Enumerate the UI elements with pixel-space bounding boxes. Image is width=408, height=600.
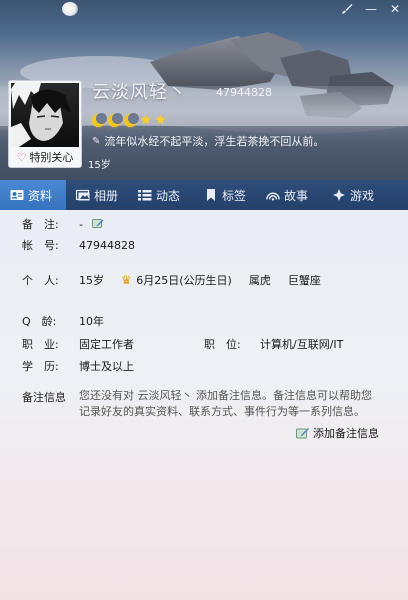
add-memo-link[interactable]: 添加备注信息 (296, 425, 379, 441)
moon-level-icon (108, 113, 123, 127)
profile-header: — ✕ ♡ 特别关心 云淡风轻丶 47944828 ★ ★ ✎ 流年似水经不起平… (0, 0, 408, 180)
tab-tags[interactable]: 标签 (194, 180, 256, 210)
id-card-icon (10, 190, 24, 200)
brush-icon (342, 4, 353, 14)
close-button[interactable]: ✕ (384, 0, 406, 18)
age-value: 15岁 (79, 274, 104, 287)
career-label: 职 业: (22, 338, 59, 351)
pencil-icon: ✎ (92, 135, 101, 147)
tab-profile-label: 资料 (28, 188, 53, 203)
special-care-label: 特别关心 (29, 151, 74, 164)
moon-level-icon (92, 113, 107, 127)
tab-story-label: 故事 (284, 188, 309, 203)
signature-text: 流年似水经不起平淡，浮生若茶挽不回从前。 (104, 135, 325, 148)
feed-icon (138, 190, 152, 201)
q-age-label: Q 龄: (22, 315, 57, 328)
edit-note-icon (296, 428, 309, 439)
position-value: 计算机/互联网/IT (260, 338, 344, 351)
tab-story[interactable]: 故事 (256, 180, 322, 210)
game-icon (333, 189, 345, 201)
q-age-value: 10年 (79, 315, 104, 328)
moon-level-icon (124, 113, 139, 127)
profile-tabs: 资料 相册 动态 标签 故事 游戏 (0, 180, 408, 210)
tab-game-label: 游戏 (350, 188, 375, 203)
minimize-button[interactable]: — (360, 0, 382, 18)
avatar[interactable] (11, 83, 79, 147)
avatar-card: ♡ 特别关心 (8, 80, 82, 168)
remark-label: 备 注: (22, 218, 59, 231)
memo-label: 备注信息 (22, 391, 66, 404)
personal-label: 个 人: (22, 274, 59, 287)
tag-icon (207, 189, 215, 201)
close-icon: ✕ (389, 2, 401, 16)
account-value: 47944828 (79, 238, 135, 252)
edit-note-icon (92, 218, 104, 228)
tab-profile[interactable]: 资料 (0, 180, 66, 210)
tab-game[interactable]: 游戏 (322, 180, 394, 210)
star-level-icon: ★ (154, 113, 167, 128)
add-memo-label: 添加备注信息 (313, 427, 379, 440)
tab-feed[interactable]: 动态 (128, 180, 194, 210)
tab-album[interactable]: 相册 (66, 180, 128, 210)
remark-value: - (79, 217, 83, 231)
avatar-portrait (11, 83, 71, 147)
signature: ✎ 流年似水经不起平淡，浮生若茶挽不回从前。 (92, 133, 324, 149)
photo-icon (76, 189, 90, 201)
tab-feed-label: 动态 (156, 188, 181, 203)
tab-album-label: 相册 (94, 188, 119, 203)
qq-level[interactable]: ★ ★ (92, 113, 167, 128)
crown-icon: ♛ (121, 273, 132, 287)
remark-value-wrap: - (79, 218, 104, 231)
profile-details: 备 注: - 帐 号: 47944828 个 人: 15岁 ♛ 6月25日(公历… (0, 210, 408, 600)
account-label: 帐 号: (22, 239, 59, 252)
star-level-icon: ★ (140, 113, 152, 128)
position-label: 职 位: (204, 338, 241, 351)
nickname: 云淡风轻丶 (92, 82, 187, 103)
age-header: 15岁 (88, 160, 111, 171)
personal-values: 15岁 ♛ 6月25日(公历生日) 属虎 巨蟹座 (79, 272, 321, 288)
birthday-value: 6月25日(公历生日) (136, 274, 232, 287)
education-value: 博士及以上 (79, 360, 134, 373)
heart-icon: ♡ (16, 150, 27, 164)
skin-brush-button[interactable] (336, 0, 358, 18)
memo-text: 您还没有对 云淡风轻丶 添加备注信息。备注信息可以帮助您记录好友的真实资料、联系… (79, 389, 372, 418)
edit-remark-button[interactable] (92, 218, 104, 229)
minimize-icon: — (365, 2, 377, 16)
special-care-button[interactable]: ♡ 特别关心 (11, 149, 79, 165)
constellation-value: 巨蟹座 (287, 274, 321, 287)
tab-tags-label: 标签 (222, 188, 247, 203)
career-value: 固定工作者 (79, 338, 134, 351)
education-label: 学 历: (22, 360, 59, 373)
qq-number-header: 47944828 (216, 86, 272, 99)
story-icon (266, 192, 280, 201)
zodiac-value: 属虎 (248, 274, 271, 287)
